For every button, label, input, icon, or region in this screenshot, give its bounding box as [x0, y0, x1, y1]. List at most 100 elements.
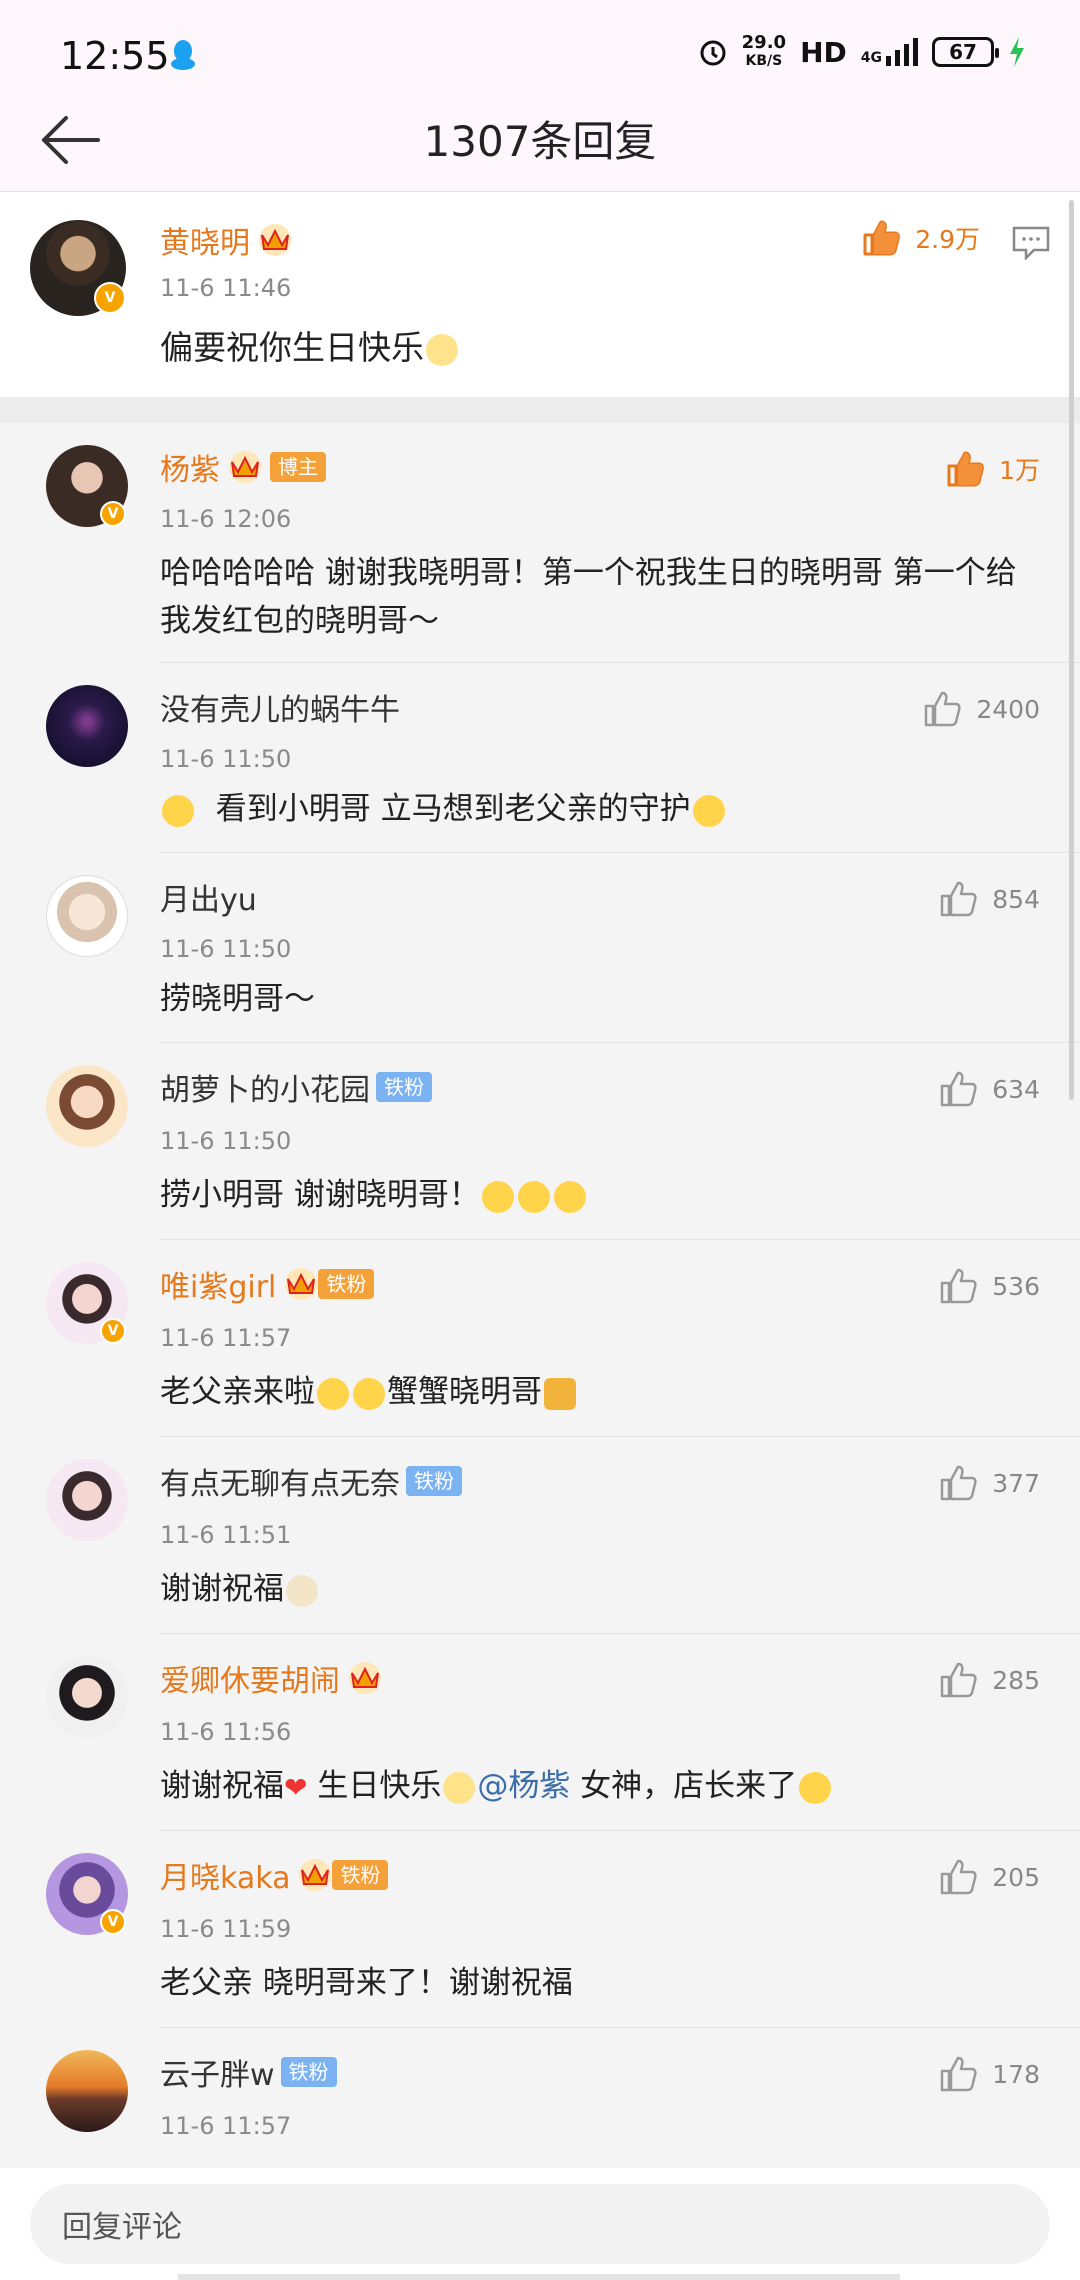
user-name[interactable]: 月晓kaka 铁粉	[160, 1853, 389, 1897]
cake-emoji-icon	[443, 1771, 476, 1804]
avatar[interactable]	[46, 1459, 128, 1541]
verified-icon: V	[100, 1909, 126, 1935]
comment-text: 谢谢祝福	[160, 1565, 1020, 1613]
crown-icon	[349, 1662, 381, 1694]
mention-link[interactable]: @杨紫	[477, 1768, 570, 1804]
divider	[0, 397, 1080, 423]
shock-emoji-icon	[317, 1377, 349, 1410]
thumb-up-icon	[941, 2056, 977, 2092]
comment-text: 看到小明哥 立马想到老父亲的守护	[160, 785, 1020, 833]
heart-icon: ❤	[284, 1770, 308, 1804]
scrollbar[interactable]	[1069, 200, 1074, 1100]
like-button[interactable]: 2400	[922, 689, 1040, 729]
hd-indicator: HD	[800, 35, 847, 69]
user-name[interactable]: 月出yu	[160, 875, 257, 919]
user-name[interactable]: 爱卿休要胡闹	[160, 1656, 384, 1700]
verified-icon: V	[94, 282, 126, 314]
list-item: 胡萝卜的小花园 铁粉 11-6 11:50 捞小明哥 谢谢晓明哥！ 634	[0, 1043, 1080, 1240]
comment-text: 哈哈哈哈哈 谢谢我晓明哥！第一个祝我生日的晓明哥 第一个给我发红包的晓明哥～	[160, 555, 1017, 639]
qq-icon	[171, 40, 195, 70]
crown-icon	[285, 1268, 318, 1300]
thumb-up-icon	[941, 881, 977, 917]
list-item: 有点无聊有点无奈 铁粉 11-6 11:51 谢谢祝福 377	[0, 1437, 1080, 1634]
verified-icon: V	[100, 501, 126, 527]
list-item: V 唯i紫girl 铁粉 11-6 11:57 老父亲来啦 蟹蟹晓明哥 536	[0, 1240, 1080, 1437]
comment-text: 捞小明哥 谢谢晓明哥！	[160, 1171, 1020, 1219]
laugh-emoji-icon	[692, 794, 725, 827]
thumb-up-icon	[863, 220, 901, 256]
nav-handle	[178, 2274, 900, 2280]
reply-bar: 回复评论	[0, 2168, 1080, 2280]
like-button[interactable]: 1万	[945, 449, 1040, 489]
comment-text: 谢谢祝福❤ 生日快乐 @杨紫 女神，店长来了	[160, 1762, 1020, 1812]
like-button[interactable]: 285	[938, 1660, 1040, 1700]
avatar[interactable]	[46, 685, 128, 767]
avatar[interactable]	[46, 875, 128, 957]
thumb-up-icon	[925, 691, 961, 727]
comment-time: 11-6 11:51	[160, 1521, 292, 1549]
like-button[interactable]: 536	[938, 1266, 1040, 1306]
like-button[interactable]: 205	[938, 1857, 1040, 1897]
user-name[interactable]: 云子胖w 铁粉	[160, 2050, 337, 2094]
thumb-up-icon	[941, 1268, 977, 1304]
fan-tag: 铁粉	[280, 2057, 337, 2087]
fan-tag: 铁粉	[406, 1466, 462, 1496]
status-icons: 29.0 KB/S HD 4G 67	[698, 34, 1026, 70]
grin-emoji-icon	[799, 1771, 832, 1804]
user-name[interactable]: 杨紫 博主	[160, 445, 326, 489]
list-item: 月出yu 11-6 11:50 捞晓明哥～ 854	[0, 853, 1080, 1043]
cake-emoji-icon	[426, 333, 458, 366]
user-name[interactable]: 有点无聊有点无奈 铁粉	[160, 1459, 462, 1503]
page-title: 1307条回复	[423, 117, 657, 166]
reply-input[interactable]: 回复评论	[30, 2184, 1050, 2264]
kiss-emoji-icon	[481, 1180, 514, 1213]
comment-text: 捞晓明哥～	[160, 981, 315, 1017]
alarm-icon	[700, 40, 726, 66]
thumb-up-icon	[947, 451, 984, 487]
user-name[interactable]: 没有壳儿的蜗牛牛	[160, 685, 400, 729]
user-name[interactable]: 黄晓明	[160, 218, 294, 262]
comment-time: 11-6 11:56	[160, 1718, 292, 1746]
main-comment: V 黄晓明 11-6 11:46 偏要祝你生日快乐 2.9万	[0, 192, 1080, 397]
battery-icon: 67	[932, 37, 999, 67]
comment-text: 老父亲来啦 蟹蟹晓明哥	[160, 1368, 1020, 1416]
list-item: V 月晓kaka 铁粉 11-6 11:59 老父亲 晓明哥来了！谢谢祝福 20…	[0, 1831, 1080, 2028]
fan-tag: 铁粉	[376, 1072, 432, 1102]
reply-list: V 杨紫 博主 11-6 12:06 哈哈哈哈哈 谢谢我晓明哥！第一个祝我生日的…	[0, 423, 1080, 2168]
like-button[interactable]: 377	[938, 1463, 1040, 1503]
comment-time: 11-6 11:50	[160, 745, 292, 773]
like-button[interactable]: 634	[938, 1069, 1040, 1109]
crown-icon	[229, 451, 261, 483]
comment-icon[interactable]	[1012, 226, 1050, 260]
verified-icon: V	[100, 1318, 126, 1344]
comment-time: 11-6 11:59	[160, 1915, 292, 1943]
charging-icon	[1010, 37, 1024, 67]
like-button[interactable]: 2.9万	[861, 218, 980, 258]
comment-time: 11-6 11:50	[160, 935, 292, 963]
comment-text: 老父亲 晓明哥来了！谢谢祝福	[160, 1965, 573, 2001]
thumb-up-icon	[941, 1662, 977, 1698]
comment-time: 11-6 11:57	[160, 1324, 292, 1352]
comment-text: 偏要祝你生日快乐	[160, 324, 1020, 372]
grin-emoji-icon	[162, 794, 194, 827]
user-name[interactable]: 胡萝卜的小花园 铁粉	[160, 1065, 432, 1109]
thumb-up-icon	[941, 1859, 977, 1895]
avatar[interactable]	[46, 2050, 128, 2132]
fan-tag: 铁粉	[318, 1269, 375, 1299]
comment-time: 11-6 11:50	[160, 1127, 292, 1155]
thumb-up-icon	[941, 1071, 977, 1107]
comment-time: 11-6 11:57	[160, 2112, 292, 2140]
kiss-emoji-icon	[517, 1180, 550, 1213]
thumb-up-icon	[941, 1465, 977, 1501]
shock-emoji-icon	[353, 1377, 385, 1410]
avatar[interactable]	[46, 1656, 128, 1738]
cheers-emoji-icon	[544, 1377, 576, 1410]
like-button[interactable]: 854	[938, 879, 1040, 919]
user-name[interactable]: 唯i紫girl 铁粉	[160, 1262, 375, 1306]
list-item: 爱卿休要胡闹 11-6 11:56 谢谢祝福❤ 生日快乐 @杨紫 女神，店长来了 …	[0, 1634, 1080, 1831]
like-button[interactable]: 178	[938, 2054, 1040, 2094]
crown-icon	[259, 224, 291, 256]
comment-time: 11-6 11:46	[160, 274, 292, 302]
avatar[interactable]	[46, 1065, 128, 1147]
pray-emoji-icon	[286, 1574, 318, 1607]
